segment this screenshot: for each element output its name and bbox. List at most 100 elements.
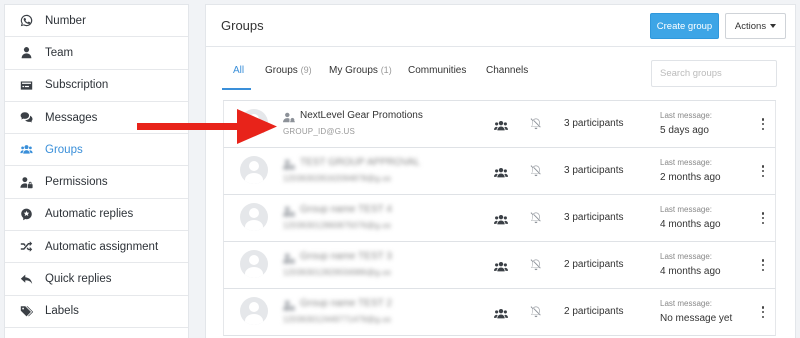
- sidebar-item-subscription[interactable]: Subscription: [5, 70, 188, 102]
- sidebar-item-labels[interactable]: Labels: [5, 296, 188, 328]
- reply-icon: [19, 272, 33, 286]
- group-type-icon: [283, 251, 295, 264]
- users-icon[interactable]: [494, 212, 508, 225]
- tab-count: (1): [380, 65, 392, 75]
- bell-slash-icon[interactable]: [530, 211, 542, 224]
- tab-communities[interactable]: Communities: [408, 65, 466, 76]
- last-message-label: Last message:: [660, 299, 713, 308]
- sidebar-item-label: Team: [45, 46, 74, 59]
- tab-channels[interactable]: Channels: [486, 65, 528, 76]
- more-options-icon[interactable]: [761, 212, 765, 224]
- group-name: NextLevel Gear Promotions: [300, 110, 423, 121]
- more-options-icon[interactable]: [761, 118, 765, 130]
- sidebar-item-label: Labels: [45, 305, 79, 318]
- group-id: GROUP_ID@G.US: [283, 127, 356, 136]
- avatar: [240, 250, 268, 278]
- group-name: Group name TEST 2: [300, 298, 392, 309]
- more-options-icon[interactable]: [761, 306, 765, 318]
- sidebar-item-label: Messages: [45, 111, 98, 124]
- group-name: TEST GROUP APPROVAL: [300, 157, 421, 168]
- more-options-icon[interactable]: [761, 259, 765, 271]
- groups-list: NextLevel Gear Promotions GROUP_ID@G.US …: [223, 100, 776, 336]
- bell-slash-icon[interactable]: [530, 258, 542, 271]
- last-message-time: 4 months ago: [660, 266, 721, 277]
- last-message-time: 2 months ago: [660, 172, 721, 183]
- groups-panel: Groups Create group Actions All Groups (…: [205, 4, 796, 338]
- last-message-time: No message yet: [660, 313, 733, 324]
- group-type-icon: [283, 110, 295, 123]
- group-id: 120363012860875076@g.us: [283, 221, 391, 230]
- sidebar-item-label: Groups: [45, 143, 83, 156]
- participants-count: 3 participants: [564, 165, 624, 176]
- sidebar-item-number[interactable]: Number: [5, 5, 188, 38]
- users-icon[interactable]: [494, 165, 508, 178]
- group-row[interactable]: NextLevel Gear Promotions GROUP_ID@G.US …: [223, 101, 776, 148]
- sidebar-item-quick-replies[interactable]: Quick replies: [5, 263, 188, 296]
- group-row[interactable]: Group name TEST 3 120363012829556986@g.u…: [223, 242, 776, 289]
- sidebar-item-automatic-replies[interactable]: Automatic replies: [5, 199, 188, 232]
- avatar: [240, 156, 268, 184]
- group-type-icon: [283, 204, 295, 217]
- last-message-label: Last message:: [660, 158, 713, 167]
- sidebar-item-label: Automatic assignment: [45, 240, 159, 253]
- whatsapp-icon: [19, 14, 33, 28]
- sidebar-item-permissions[interactable]: Permissions: [5, 166, 188, 199]
- last-message-label: Last message:: [660, 252, 713, 261]
- user-icon: [19, 46, 33, 60]
- users-icon[interactable]: [494, 306, 508, 319]
- sidebar-item-team[interactable]: Team: [5, 37, 188, 70]
- tab-all[interactable]: All: [233, 65, 244, 76]
- group-row[interactable]: Group name TEST 2 120363012449771479@g.u…: [223, 289, 776, 336]
- group-name: Group name TEST 4: [300, 204, 392, 215]
- sidebar-item-label: Subscription: [45, 79, 109, 92]
- search-groups-input[interactable]: [651, 60, 777, 87]
- participants-count: 3 participants: [564, 212, 624, 223]
- group-id: 120363012829556986@g.us: [283, 268, 391, 277]
- tab-groups[interactable]: Groups (9): [265, 65, 312, 76]
- group-row[interactable]: Group name TEST 4 120363012860875076@g.u…: [223, 195, 776, 242]
- bell-slash-icon[interactable]: [530, 117, 542, 130]
- bell-slash-icon[interactable]: [530, 164, 542, 177]
- caret-down-icon: [770, 24, 777, 28]
- participants-count: 2 participants: [564, 259, 624, 270]
- tab-my-groups[interactable]: My Groups (1): [329, 65, 392, 76]
- more-options-icon[interactable]: [761, 165, 765, 177]
- chat-bubbles-icon: [19, 111, 33, 125]
- tab-count: (9): [300, 65, 312, 75]
- panel-header: Groups Create group Actions: [206, 5, 795, 47]
- users-icon[interactable]: [494, 259, 508, 272]
- sidebar-item-label: Automatic replies: [45, 208, 134, 221]
- user-lock-icon: [19, 175, 33, 189]
- sidebar-item-label: Permissions: [45, 176, 108, 189]
- participants-count: 2 participants: [564, 306, 624, 317]
- actions-label: Actions: [734, 20, 767, 32]
- avatar: [240, 203, 268, 231]
- create-group-button[interactable]: Create group: [650, 13, 719, 39]
- actions-dropdown-button[interactable]: Actions: [725, 13, 786, 39]
- tags-icon: [19, 304, 33, 318]
- sidebar-item-label: Number: [45, 14, 86, 27]
- credit-card-icon: [19, 78, 33, 92]
- bell-slash-icon[interactable]: [530, 305, 542, 318]
- group-name: Group name TEST 3: [300, 251, 392, 262]
- annotation-arrow-icon: [137, 109, 277, 144]
- group-id: 120363012449771479@g.us: [283, 315, 391, 324]
- group-row[interactable]: TEST GROUP APPROVAL 120363028162094878@g…: [223, 148, 776, 195]
- sidebar-item-label: Quick replies: [45, 273, 112, 286]
- last-message-label: Last message:: [660, 111, 713, 120]
- participants-count: 3 participants: [564, 118, 624, 129]
- last-message-time: 4 months ago: [660, 219, 721, 230]
- group-id: 120363028162094878@g.us: [283, 174, 391, 183]
- page-title: Groups: [221, 18, 264, 33]
- last-message-time: 5 days ago: [660, 125, 709, 136]
- users-icon[interactable]: [494, 118, 508, 131]
- settings-sidebar: Number Team Subscription Messages Groups…: [4, 4, 189, 338]
- sidebar-item-automatic-assignment[interactable]: Automatic assignment: [5, 231, 188, 264]
- users-group-icon: [19, 143, 33, 157]
- active-tab-indicator: [222, 88, 251, 90]
- last-message-label: Last message:: [660, 205, 713, 214]
- robot-icon: [19, 207, 33, 221]
- group-type-icon: [283, 157, 295, 170]
- group-type-icon: [283, 298, 295, 311]
- shuffle-icon: [19, 240, 33, 254]
